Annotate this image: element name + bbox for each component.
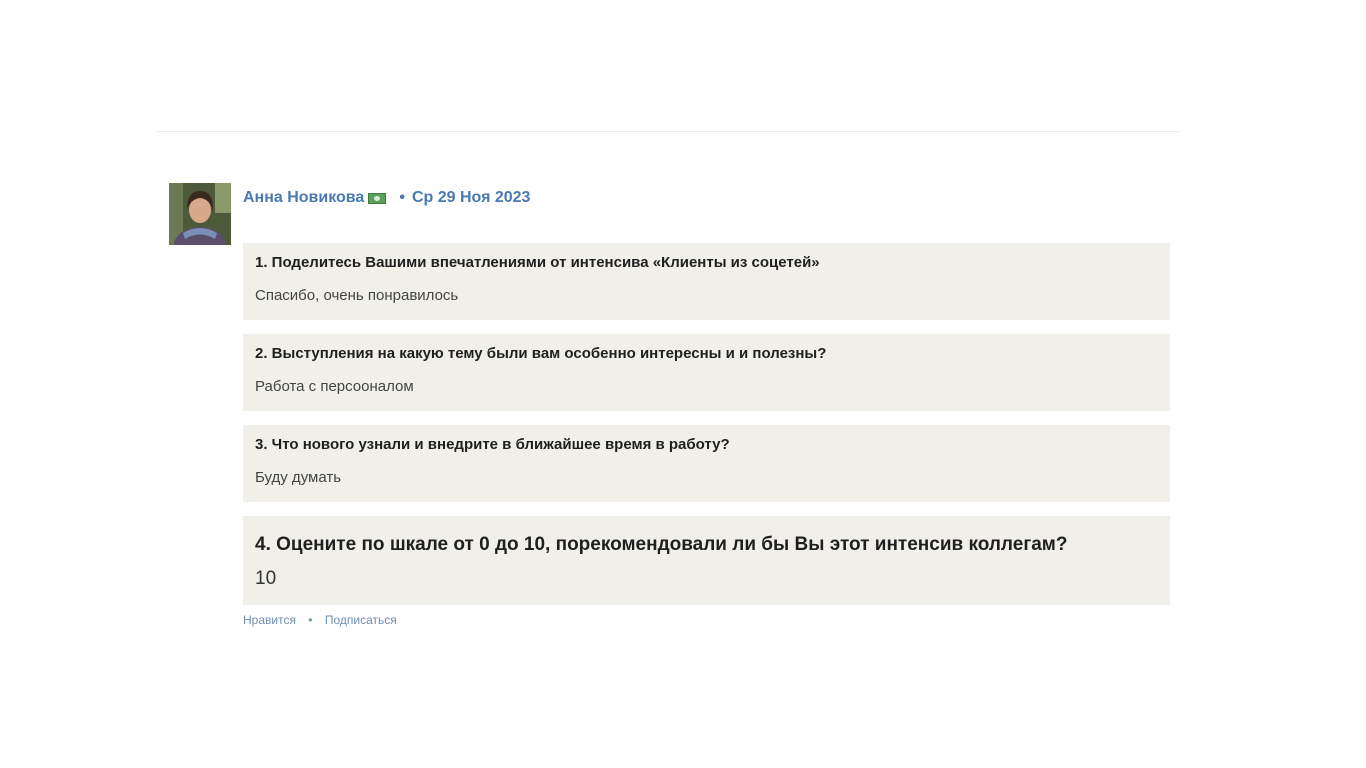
question-text: 3. Что нового узнали и внедрите в ближай… [255,436,730,453]
qa-block-1: 1. Поделитесь Вашими впечатлениями от ин… [243,243,1170,320]
answer-text: 10 [255,568,277,589]
qa-block-2: 2. Выступления на какую тему были вам ос… [243,334,1170,411]
answer-text: Работа с персооналом [255,378,414,395]
meta-separator: • [399,189,405,206]
avatar[interactable] [169,183,231,245]
answer-text: Буду думать [255,469,342,486]
author-link[interactable]: Анна Новикова [243,189,364,207]
subscribe-link[interactable]: Подписаться [325,613,397,627]
question-text: 2. Выступления на какую тему были вам ос… [255,345,827,362]
comment-content: Анна Новикова • Ср 29 Ноя 2023 1. Подели… [243,183,1170,627]
post-date-link[interactable]: Ср 29 Ноя 2023 [412,189,531,207]
question-text: 4. Оцените по шкале от 0 до 10, порекоме… [255,534,1068,555]
flag-icon [368,192,387,204]
actions-separator: • [308,613,313,627]
qa-block-4: 4. Оцените по шкале от 0 до 10, порекоме… [243,516,1170,605]
qa-block-3: 3. Что нового узнали и внедрите в ближай… [243,425,1170,502]
comment-meta: Анна Новикова • Ср 29 Ноя 2023 [243,183,1170,213]
like-link[interactable]: Нравится [243,613,296,627]
comment-actions: Нравится • Подписаться [243,613,1170,627]
question-text: 1. Поделитесь Вашими впечатлениями от ин… [255,254,820,271]
top-divider [157,131,1181,132]
answer-text: Спасибо, очень понравилось [255,287,459,304]
avatar-image [169,183,231,245]
